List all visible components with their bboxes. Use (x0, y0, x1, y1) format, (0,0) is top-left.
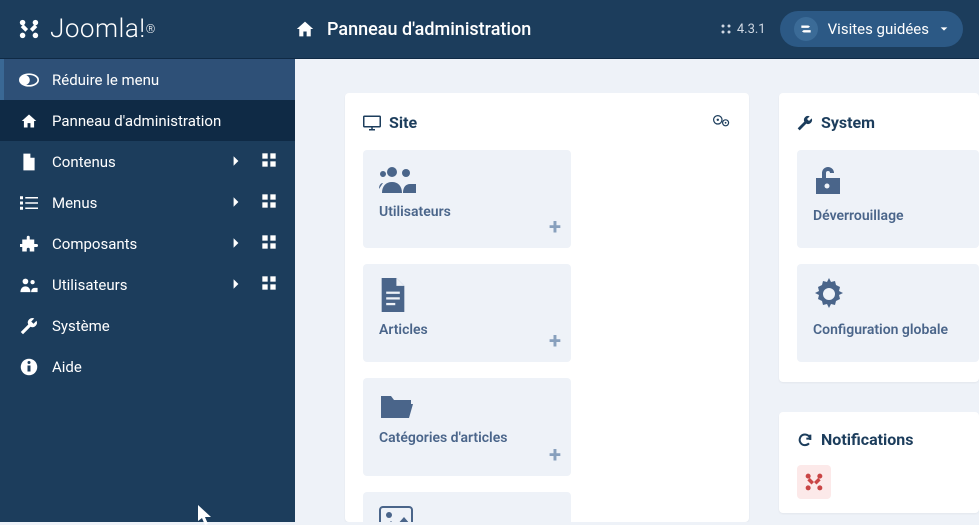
sidebar-item-label: Système (52, 317, 110, 335)
sidebar-item-help[interactable]: Aide (0, 346, 295, 387)
tile-label: Déverrouillage (813, 208, 979, 224)
file-icon (18, 153, 40, 171)
sidebar-item-label: Aide (52, 358, 82, 376)
display-icon (363, 115, 381, 131)
brand[interactable]: Joomla!® (0, 0, 295, 59)
wrench-icon (18, 317, 40, 335)
chevron-right-icon (232, 276, 240, 294)
sidebar-item-system[interactable]: Système (0, 305, 295, 346)
site-panel-header: Site (363, 113, 731, 132)
joomla-small-icon (720, 23, 732, 35)
sidebar: Réduire le menu Panneau d'administration… (0, 59, 295, 522)
panel-settings-icon[interactable] (713, 113, 731, 132)
sidebar-item-dashboard[interactable]: Panneau d'administration (0, 100, 295, 141)
refresh-icon (797, 432, 813, 448)
topbar-right: 4.3.1 Visites guidées (720, 11, 979, 47)
version-indicator[interactable]: 4.3.1 (720, 22, 766, 37)
sidebar-item-content[interactable]: Contenus (0, 141, 295, 182)
dashboard-link-icon[interactable] (261, 193, 277, 213)
site-tiles: Utilisateurs + Articles + Catégories d'a… (363, 150, 731, 522)
guided-tours-label: Visites guidées (828, 20, 929, 38)
tile-checkin[interactable]: Déverrouillage (797, 150, 979, 248)
chevron-right-icon (232, 153, 240, 171)
tile-label: Catégories d'articles (379, 430, 557, 446)
system-tiles: Déverrouillage Configuration globale (797, 150, 979, 362)
wrench-icon (797, 115, 813, 131)
home-icon (295, 20, 315, 38)
site-panel: Site Utilisateurs + Articles + (345, 93, 749, 522)
tile-add-button[interactable]: + (549, 215, 561, 240)
list-icon (18, 196, 40, 210)
tile-global-config[interactable]: Configuration globale (797, 264, 979, 362)
toggle-icon (18, 73, 40, 87)
system-panel-header: System (797, 113, 979, 132)
puzzle-icon (18, 235, 40, 253)
tile-label: Configuration globale (813, 322, 979, 338)
system-panel-title: System (821, 113, 875, 132)
sidebar-item-users[interactable]: Utilisateurs (0, 264, 295, 305)
chevron-right-icon (232, 235, 240, 253)
version-text: 4.3.1 (737, 22, 766, 37)
site-panel-title: Site (389, 113, 417, 132)
file-icon (379, 278, 407, 312)
tile-users[interactable]: Utilisateurs + (363, 150, 571, 248)
sidebar-item-components[interactable]: Composants (0, 223, 295, 264)
tile-add-button[interactable]: + (549, 329, 561, 354)
tile-label: Articles (379, 322, 557, 338)
image-icon (379, 506, 413, 522)
right-column: System Déverrouillage Configuration glob… (779, 93, 979, 522)
users-icon (379, 164, 419, 194)
joomla-icon (18, 18, 40, 40)
users-icon (18, 277, 40, 293)
dashboard-link-icon[interactable] (261, 275, 277, 295)
sidebar-item-label: Menus (52, 194, 97, 212)
sidebar-collapse-label: Réduire le menu (52, 71, 159, 89)
tile-articles[interactable]: Articles + (363, 264, 571, 362)
sidebar-item-label: Contenus (52, 153, 116, 171)
notifications-header: Notifications (797, 430, 961, 449)
page-title-text: Panneau d'administration (327, 19, 531, 40)
brand-logo: Joomla!® (18, 14, 156, 44)
topbar: Joomla!® Panneau d'administration 4.3.1 … (0, 0, 979, 59)
brand-name: Joomla! (50, 14, 146, 44)
sidebar-item-label: Utilisateurs (52, 276, 127, 294)
sidebar-item-menus[interactable]: Menus (0, 182, 295, 223)
info-icon (18, 358, 40, 376)
body: Réduire le menu Panneau d'administration… (0, 59, 979, 522)
page-title: Panneau d'administration (295, 19, 531, 40)
dashboard-link-icon[interactable] (261, 234, 277, 254)
sidebar-collapse[interactable]: Réduire le menu (0, 59, 295, 100)
map-signs-icon (794, 17, 818, 41)
gear-icon (813, 278, 845, 310)
joomla-icon (804, 472, 824, 492)
home-icon (18, 113, 40, 129)
notifications-panel: Notifications (779, 412, 979, 513)
notification-joomla-item[interactable] (797, 465, 831, 499)
chevron-down-icon (939, 24, 949, 34)
tile-label: Utilisateurs (379, 204, 557, 220)
main-content: Site Utilisateurs + Articles + (295, 59, 979, 522)
sidebar-item-label: Composants (52, 235, 137, 253)
tile-categories[interactable]: Catégories d'articles + (363, 378, 571, 476)
chevron-right-icon (232, 194, 240, 212)
tile-add-button[interactable]: + (549, 443, 561, 468)
notifications-title: Notifications (821, 430, 914, 449)
folder-open-icon (379, 392, 415, 420)
tile-media[interactable]: Médias (363, 492, 571, 522)
system-panel: System Déverrouillage Configuration glob… (779, 93, 979, 382)
sidebar-item-label: Panneau d'administration (52, 112, 221, 130)
dashboard-link-icon[interactable] (261, 152, 277, 172)
guided-tours-button[interactable]: Visites guidées (780, 11, 963, 47)
unlock-icon (813, 164, 843, 196)
